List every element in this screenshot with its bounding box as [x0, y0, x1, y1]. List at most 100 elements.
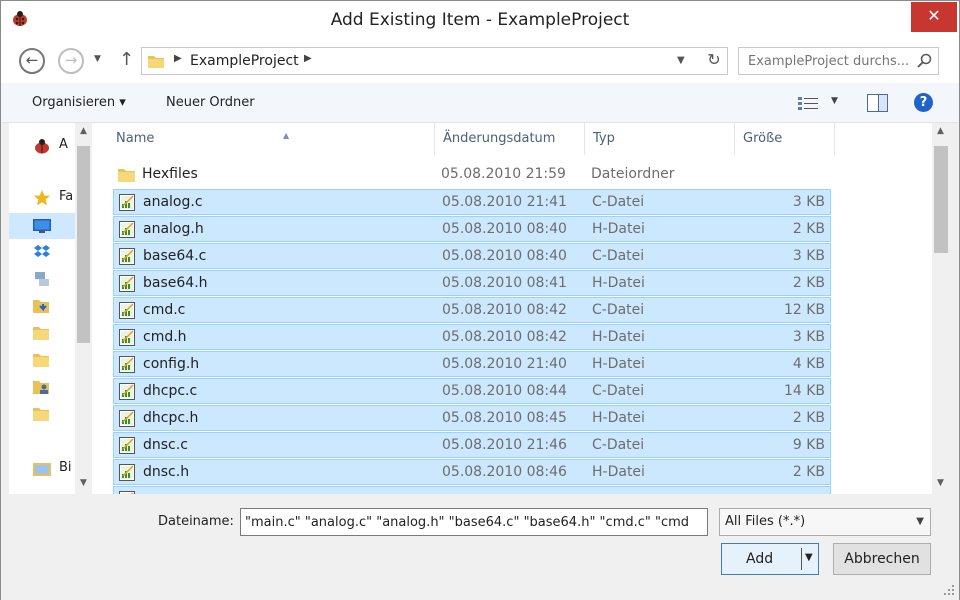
nav-item-favorites[interactable]: Fa: [9, 185, 75, 211]
nav-item-libraries[interactable]: Bi: [9, 456, 75, 482]
file-row[interactable]: base64.h 05.08.2010 08:41 H-Datei 2 KB: [113, 270, 831, 296]
filename-label: Dateiname:: [158, 514, 234, 529]
scroll-down-icon[interactable]: ▼: [75, 475, 92, 492]
add-options-dropdown-icon[interactable]: ▼: [805, 552, 813, 563]
source-file-icon: [119, 464, 135, 481]
search-icon[interactable]: [917, 53, 932, 68]
file-row[interactable]: config.h 05.08.2010 21:40 H-Datei 4 KB: [113, 351, 831, 377]
user-folder-icon: [33, 381, 49, 394]
file-date: 05.08.2010 08:45: [442, 410, 567, 426]
nav-item-downloads[interactable]: [9, 293, 75, 319]
add-button[interactable]: Add ▼: [721, 543, 819, 575]
file-size: 14 KB: [783, 383, 825, 399]
nav-item-ladybug[interactable]: A: [9, 133, 75, 159]
file-row[interactable]: dhcpc.c 05.08.2010 08:44 C-Datei 14 KB: [113, 378, 831, 404]
up-button[interactable]: ↑: [119, 49, 134, 70]
close-button[interactable]: ✕: [911, 2, 957, 32]
file-date: 05.08.2010 08:40: [442, 221, 567, 237]
resize-grip-icon[interactable]: [943, 584, 955, 596]
search-box[interactable]: [738, 47, 939, 75]
source-file-icon: [119, 221, 135, 238]
column-header-size[interactable]: Größe: [735, 123, 835, 155]
new-folder-button[interactable]: Neuer Ordner: [166, 95, 255, 110]
file-type: H-Datei: [592, 410, 645, 426]
file-date: 05.08.2010 21:46: [442, 437, 567, 453]
file-row[interactable]: analog.c 05.08.2010 21:41 C-Datei 3 KB: [113, 189, 831, 215]
file-row[interactable]: dhcpc.h 05.08.2010 08:45 H-Datei 2 KB: [113, 405, 831, 431]
file-row[interactable]: base64.c 05.08.2010 08:40 C-Datei 3 KB: [113, 243, 831, 269]
file-type: Dateiordner: [591, 166, 675, 182]
navigation-pane: A Fa Bi ▲ ▼: [9, 123, 92, 494]
file-type: C-Datei: [592, 383, 645, 399]
scroll-down-icon[interactable]: ▼: [932, 475, 949, 492]
nav-scrollbar[interactable]: ▲ ▼: [75, 123, 92, 494]
nav-item-folder[interactable]: [9, 347, 75, 373]
scroll-up-icon[interactable]: ▲: [75, 123, 92, 140]
scrollbar-thumb[interactable]: [934, 146, 948, 253]
title-bar: Add Existing Item - ExampleProject ✕: [1, 1, 959, 39]
folder-row[interactable]: Hexfiles 05.08.2010 21:59 Dateiordner: [113, 162, 831, 188]
file-row[interactable]: dnsc.h 05.08.2010 08:46 H-Datei 2 KB: [113, 459, 831, 485]
filename-field[interactable]: [240, 508, 708, 536]
column-header-name[interactable]: Name ▲: [108, 123, 435, 155]
address-bar[interactable]: ▶ ExampleProject ▶ ▼ ↻: [141, 47, 728, 75]
file-row[interactable]: analog.h 05.08.2010 08:40 H-Datei 2 KB: [113, 216, 831, 242]
nav-item-desktop[interactable]: [9, 213, 75, 239]
file-row[interactable]: dnsc.c 05.08.2010 21:46 C-Datei 9 KB: [113, 432, 831, 458]
filename-input[interactable]: [241, 509, 701, 535]
nav-item-network[interactable]: [9, 266, 75, 292]
up-arrow-icon: ↑: [119, 49, 135, 70]
file-type: H-Datei: [592, 356, 645, 372]
column-header-type[interactable]: Typ: [585, 123, 735, 155]
cancel-button[interactable]: Abbrechen: [833, 543, 931, 575]
back-button[interactable]: ←: [19, 48, 45, 74]
source-file-icon: [119, 194, 135, 211]
add-button-label: Add: [746, 551, 774, 567]
source-file-icon: [119, 383, 135, 400]
column-header-label: Name: [116, 131, 155, 146]
column-header-date[interactable]: Änderungsdatum: [435, 123, 585, 155]
add-existing-item-dialog: Add Existing Item - ExampleProject ✕ ← →…: [0, 0, 960, 600]
file-list-scrollbar[interactable]: ▲ ▼: [932, 123, 950, 494]
file-size: 3 KB: [792, 329, 825, 345]
search-input[interactable]: [739, 48, 915, 74]
folder-icon: [118, 169, 135, 182]
recent-locations-dropdown[interactable]: ▼: [94, 54, 101, 64]
file-row[interactable]: cmd.c 05.08.2010 08:42 C-Datei 12 KB: [113, 297, 831, 323]
breadcrumb-separator-icon[interactable]: ▶: [304, 53, 312, 64]
file-size: 4 KB: [792, 356, 825, 372]
file-size: 12 KB: [783, 302, 825, 318]
preview-pane-icon[interactable]: [867, 94, 888, 112]
nav-item-dropbox[interactable]: [9, 239, 75, 265]
forward-button[interactable]: →: [58, 48, 84, 74]
address-history-dropdown-icon[interactable]: ▼: [677, 55, 685, 66]
file-row[interactable]: cmd.h 05.08.2010 08:42 H-Datei 3 KB: [113, 324, 831, 350]
nav-item-folder[interactable]: [9, 320, 75, 346]
scroll-up-icon[interactable]: ▲: [932, 123, 949, 140]
folder-icon: [148, 56, 164, 68]
source-file-icon: [119, 275, 135, 292]
chevron-down-icon[interactable]: ▼: [831, 96, 838, 106]
file-name: cmd.h: [143, 329, 187, 345]
nav-item-folder[interactable]: [9, 401, 75, 427]
file-date: 05.08.2010 08:41: [442, 275, 567, 291]
breadcrumb-separator-icon[interactable]: ▶: [174, 53, 182, 64]
help-icon[interactable]: ?: [914, 93, 933, 112]
bottom-panel: Dateiname: All Files (*.*) ▼ Add ▼ Abbre…: [1, 494, 959, 600]
file-size: 2 KB: [792, 464, 825, 480]
organize-button[interactable]: Organisieren ▾: [32, 95, 126, 110]
refresh-icon[interactable]: ↻: [702, 50, 726, 72]
file-name: analog.h: [143, 221, 204, 237]
scrollbar-thumb[interactable]: [77, 146, 90, 343]
nav-item-user-folder[interactable]: [9, 374, 75, 400]
breadcrumb-exampleproject[interactable]: ExampleProject: [190, 53, 299, 69]
file-name: config.h: [143, 356, 200, 372]
file-size: 3 KB: [792, 194, 825, 210]
file-name: cmd.c: [143, 302, 186, 318]
file-size: 2 KB: [792, 275, 825, 291]
file-row[interactable]: [113, 486, 831, 494]
file-type-filter[interactable]: All Files (*.*) ▼: [719, 508, 931, 536]
file-date: 05.08.2010 08:40: [442, 248, 567, 264]
file-name: dnsc.h: [143, 464, 190, 480]
view-options-icon[interactable]: [798, 96, 818, 112]
